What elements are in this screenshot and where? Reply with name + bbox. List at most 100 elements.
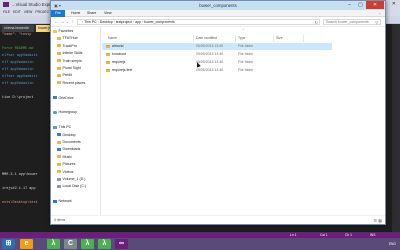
nav-item[interactable]: OneDrive — [53, 95, 74, 102]
breadcrumb-item[interactable]: Desktop — [100, 20, 113, 24]
folder-icon — [57, 36, 61, 40]
nav-item[interactable]: Desktop — [57, 132, 76, 139]
nav-item[interactable]: Downloads — [57, 146, 80, 153]
folder-icon — [57, 170, 61, 174]
nav-item[interactable]: Favorites — [53, 28, 73, 35]
nav-item[interactable]: TrackPro — [57, 43, 77, 50]
lambda-app-button[interactable]: λ — [47, 239, 60, 249]
ribbon-tab-file[interactable]: File — [51, 10, 65, 17]
folder-icon — [106, 52, 110, 56]
nav-item[interactable]: Network — [53, 198, 72, 205]
nav-item-label: Train simple — [62, 58, 82, 63]
nav-item-label: Downloads — [62, 147, 81, 152]
nav-item[interactable]: Homegroup — [53, 109, 77, 116]
nav-item-label: OneDrive — [58, 95, 74, 100]
ie-button[interactable]: e — [20, 239, 33, 249]
nav-item-label: This PC — [58, 125, 72, 130]
ribbon-tab-share[interactable]: Share — [84, 10, 99, 17]
nav-item-label: TFATHub — [62, 36, 78, 41]
ribbon-tabs: File Home Share View ⌄ — [51, 10, 385, 17]
file-type: File folder — [238, 44, 254, 48]
lambda-app-button[interactable]: λ — [98, 239, 111, 249]
folder-icon — [57, 73, 61, 77]
ribbon-tab-home[interactable]: Home — [68, 10, 83, 17]
file-row[interactable]: requirejs 05/05/2015 13:40 File folder — [102, 59, 332, 66]
drive-icon — [57, 177, 61, 181]
file-row[interactable]: knockout 05/05/2015 13:40 File folder — [102, 51, 332, 58]
nav-item[interactable]: Music — [57, 154, 72, 161]
breadcrumb-item[interactable]: testproject — [116, 20, 132, 24]
forward-arrow-icon[interactable]: → — [60, 19, 65, 25]
column-header-type[interactable]: Type — [236, 35, 274, 42]
nav-item[interactable]: Videos — [57, 169, 73, 176]
nav-item[interactable]: Predit — [57, 72, 72, 79]
close-button[interactable]: ✕ — [366, 1, 384, 9]
ribbon-tab-view[interactable]: View — [101, 10, 115, 17]
navigation-pane: Favorites TFATHub TrackPro Infinite Skills T… — [51, 27, 101, 215]
nav-item-label: Pictures — [62, 162, 76, 167]
nav-item-label: Desktop — [62, 132, 76, 137]
view-toggle-icons[interactable]: ☰ ▦ — [374, 218, 382, 223]
blue-icon — [57, 147, 61, 151]
nav-item[interactable]: Documents — [57, 139, 81, 146]
system-tray[interactable]: ENG — [389, 239, 396, 249]
nav-item[interactable]: Train simple — [57, 58, 82, 65]
vs-tab-schema[interactable]: chema.bowerde — [2, 25, 34, 32]
c-app-button[interactable]: C — [64, 239, 77, 249]
minimize-button[interactable]: – — [344, 1, 355, 9]
nav-item[interactable]: This PC — [53, 124, 71, 131]
address-bar[interactable]: ›This PC›Desktop›testproject›app›bower_c… — [77, 19, 320, 25]
search-input[interactable]: Search bower_components ⚲ — [323, 19, 381, 25]
search-placeholder: Search bower_components — [326, 20, 369, 24]
column-header-name[interactable]: Name — [106, 35, 194, 42]
lambda-app-icon: λ — [102, 240, 107, 247]
file-type: File folder — [238, 68, 254, 72]
nav-item-label: Volume_1 (D:) — [62, 177, 86, 181]
nav-item[interactable]: Infinite Skills — [57, 50, 82, 57]
up-arrow-icon[interactable]: ↑ — [71, 19, 73, 25]
lambda-app-icon: λ — [85, 240, 90, 247]
column-header-row: Name Date modified Type Size — [102, 35, 385, 42]
maximize-button[interactable]: ▢ — [355, 1, 366, 9]
file-row[interactable]: almond 05/05/2015 13:40 File folder — [102, 43, 332, 50]
visual-studio-button[interactable]: ∞ — [115, 239, 128, 249]
file-name: almond — [112, 44, 124, 48]
file-row[interactable]: requirejs-text 05/05/2015 13:40 File folde… — [102, 67, 332, 74]
nav-item-label: Recent places — [62, 80, 86, 85]
folder-icon — [106, 44, 110, 48]
nav-item[interactable]: Pictures — [57, 161, 75, 168]
file-name-cell: requirejs — [106, 59, 125, 66]
nav-item[interactable]: Recent places — [57, 80, 85, 87]
folder-icon — [57, 162, 61, 166]
folder-icon — [57, 66, 61, 70]
column-header-size[interactable]: Size — [274, 35, 304, 42]
start-icon: ⊞ — [5, 240, 12, 247]
search-icon: ⚲ — [375, 20, 378, 25]
nav-item[interactable]: Local Disk (C:) — [57, 183, 86, 190]
nav-item-label: Plural Sight — [62, 66, 81, 70]
folder-icon — [57, 51, 61, 55]
explorer-window-controls: – ▢ ✕ — [344, 1, 384, 10]
lambda-app-icon: λ — [51, 240, 56, 247]
file-name-cell: requirejs-text — [106, 67, 132, 74]
nav-item[interactable]: Plural Sight — [57, 65, 81, 72]
folder-icon — [57, 140, 61, 144]
blue-icon — [53, 96, 57, 100]
ribbon-expand-icon[interactable]: ⌄ — [378, 10, 381, 17]
nav-item[interactable]: TFATHub — [57, 35, 78, 42]
folder-icon — [106, 68, 110, 72]
breadcrumb-item[interactable]: This PC — [84, 20, 96, 24]
folder-icon — [106, 60, 110, 64]
blue-icon — [57, 133, 61, 137]
refresh-icon[interactable]: ↻ — [315, 20, 318, 25]
file-date: 05/05/2015 13:40 — [196, 44, 224, 48]
recent-dropdown-icon[interactable]: ⌄ — [66, 19, 69, 25]
start-button[interactable]: ⊞ — [2, 239, 15, 249]
lambda-app-button[interactable]: λ — [81, 239, 94, 249]
column-header-date[interactable]: Date modified — [194, 35, 236, 42]
nav-item[interactable]: Volume_1 (D:) — [57, 176, 85, 183]
breadcrumb-item[interactable]: bower_components — [144, 20, 175, 24]
nav-item-label: Local Disk (C:) — [62, 184, 87, 189]
nav-item-label: Favorites — [58, 29, 74, 33]
back-arrow-icon[interactable]: ← — [54, 19, 59, 25]
